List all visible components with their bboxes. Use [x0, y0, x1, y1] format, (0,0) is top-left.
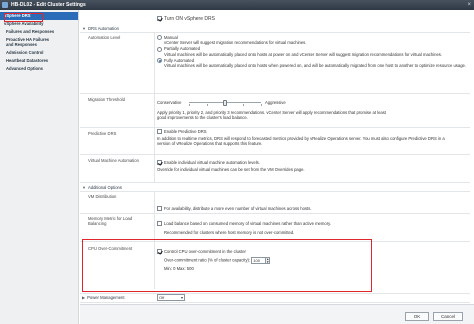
highlight-box-cpu-overcommit: [82, 239, 372, 292]
partial-radio[interactable]: [157, 46, 162, 52]
conservative-label: Conservative: [157, 100, 182, 105]
manual-label: Manual: [164, 35, 178, 40]
cluster-icon: [2, 2, 8, 8]
vm-automation-cb-label: Enable individual virtual machine automa…: [164, 160, 260, 165]
turn-on-drs-label: Turn ON vSphere DRS: [164, 16, 215, 22]
memory-metric-checkbox[interactable]: [157, 221, 162, 227]
drs-automation-header: DRS Automation: [87, 26, 119, 31]
predictive-drs-checkbox[interactable]: [157, 129, 162, 135]
expand-arrow-icon[interactable]: ▶: [82, 295, 85, 300]
power-management-select[interactable]: Off ▾: [157, 294, 185, 301]
threshold-desc: Apply priority 1, priority 2, and priori…: [157, 110, 387, 120]
additional-options-header: Additional Options: [87, 185, 122, 190]
manual-desc: vCenter Server will suggest migration re…: [164, 40, 307, 46]
vm-distribution-label: VM Distribution: [88, 194, 117, 199]
turn-on-drs-row[interactable]: Turn ON vSphere DRS: [157, 16, 215, 22]
sidebar: vSphere DRS vSphere Availability Failure…: [0, 10, 79, 324]
memory-metric-cb-label: Load balance based on consumed memory of…: [164, 221, 332, 226]
sidebar-item-failures-responses[interactable]: Failures and Responses: [0, 28, 78, 36]
settings-panel: Turn ON vSphere DRS ▼ DRS Automation Aut…: [80, 10, 474, 309]
power-management-value: Off: [159, 295, 165, 300]
vm-distribution-cb-label: For availability, distribute a more even…: [164, 206, 312, 211]
edit-cluster-settings-dialog: HB-DL02 - Edit Cluster Settings × vSpher…: [0, 0, 474, 324]
power-management-section[interactable]: ▶ Power Management: [82, 295, 125, 300]
vm-distribution-checkbox[interactable]: [157, 206, 162, 212]
migration-threshold-label: Migration Threshold: [88, 97, 125, 102]
dialog-title: HB-DL02 - Edit Cluster Settings: [11, 2, 86, 8]
partial-desc: Virtual machines will be automatically p…: [164, 51, 443, 57]
sidebar-item-admission-control[interactable]: Admission Control: [0, 49, 78, 57]
full-radio[interactable]: [157, 58, 162, 64]
highlight-box-sidebar: [4, 13, 43, 22]
manual-radio[interactable]: [157, 35, 162, 41]
drs-automation-section[interactable]: ▼ DRS Automation: [82, 26, 119, 31]
collapse-arrow-icon[interactable]: ▼: [82, 26, 86, 31]
predictive-cb-label: Enable Predictive DRS: [164, 129, 207, 134]
memory-metric-desc: Recommended for clusters where host memo…: [164, 230, 295, 236]
additional-options-section[interactable]: ▼ Additional Options: [82, 185, 122, 190]
full-label: Fully Automated: [164, 57, 195, 63]
power-management-header: Power Management: [87, 295, 125, 300]
chevron-down-icon: ▾: [180, 295, 183, 300]
memory-metric-label: Memory Metric for Load Balancing: [88, 216, 133, 226]
dialog-footer: OK Cancel: [80, 304, 474, 324]
sidebar-item-heartbeat-datastores[interactable]: Heartbeat Datastores: [0, 57, 78, 65]
aggressive-label: Aggressive: [265, 100, 286, 105]
sidebar-item-proactive-ha-2[interactable]: and Responses: [0, 41, 78, 49]
predictive-drs-label: Predictive DRS: [88, 131, 117, 136]
sidebar-item-advanced-options[interactable]: Advanced Options: [0, 65, 78, 73]
close-icon[interactable]: ×: [467, 1, 471, 9]
full-desc: Virtual machines will be automatically p…: [164, 63, 467, 69]
cancel-button[interactable]: Cancel: [433, 312, 463, 321]
collapse-arrow-icon[interactable]: ▼: [82, 185, 86, 190]
vm-automation-checkbox[interactable]: [157, 160, 162, 166]
automation-level-label: Automation Level: [88, 35, 121, 40]
predictive-desc: In addition to realtime metrics, DRS wil…: [157, 136, 445, 147]
partial-label: Partially Automated: [164, 46, 201, 52]
slider-thumb[interactable]: [223, 100, 227, 106]
turn-on-drs-checkbox[interactable]: [157, 16, 162, 22]
ok-button[interactable]: OK: [405, 312, 429, 321]
title-bar: HB-DL02 - Edit Cluster Settings ×: [0, 0, 474, 10]
vm-automation-desc: Override for individual virtual machines…: [157, 167, 305, 173]
vm-automation-label: Virtual Machine Automation: [88, 158, 139, 163]
